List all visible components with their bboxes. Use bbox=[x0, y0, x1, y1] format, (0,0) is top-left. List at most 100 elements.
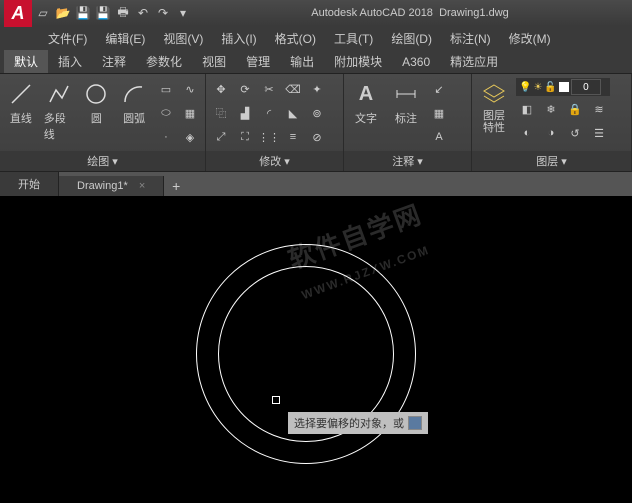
offset-icon[interactable]: ⊚ bbox=[306, 102, 328, 124]
qat-dropdown-icon[interactable]: ▾ bbox=[174, 4, 192, 22]
redo-icon[interactable]: ↷ bbox=[154, 4, 172, 22]
region-icon[interactable]: ◈ bbox=[179, 126, 201, 148]
table-icon[interactable]: ▦ bbox=[428, 102, 450, 124]
layer-off-icon[interactable]: ◐ bbox=[516, 122, 538, 144]
stretch-icon[interactable]: ⤢ bbox=[210, 126, 232, 148]
break-icon[interactable]: ⊘ bbox=[306, 126, 328, 148]
layer-lock-icon[interactable]: 🔒 bbox=[564, 98, 586, 120]
window-title: Autodesk AutoCAD 2018 Drawing1.dwg bbox=[192, 7, 628, 19]
lock-icon[interactable]: 🔓 bbox=[544, 82, 556, 93]
drawing-canvas[interactable]: 软件自学网WWW.RJZXW.COM 选择要偏移的对象，或 bbox=[0, 196, 632, 503]
panel-layer: 图层 特性 💡 ☀ 🔓 ◧ ❄ 🔒 ≋ ◐ ◑ ↺ ☰ 图层 ▾ bbox=[472, 74, 632, 171]
tool-polyline[interactable]: 多段线 bbox=[42, 78, 76, 144]
rtab-default[interactable]: 默认 bbox=[4, 50, 48, 73]
panel-draw: 直线 多段线 圆 圆弧 ▭ ∿ ⬭ ▦ · ◈ 绘图 ▾ bbox=[0, 74, 206, 171]
add-tab-button[interactable]: + bbox=[164, 176, 188, 196]
menu-tools[interactable]: 工具(T) bbox=[326, 28, 381, 49]
tab-close-icon[interactable]: × bbox=[139, 180, 145, 192]
document-tabs: 开始 Drawing1* × + bbox=[0, 172, 632, 196]
layer-iso-icon[interactable]: ◧ bbox=[516, 98, 538, 120]
layer-color-icon[interactable] bbox=[559, 82, 569, 92]
app-logo[interactable]: A bbox=[4, 0, 32, 27]
rtab-param[interactable]: 参数化 bbox=[136, 50, 192, 73]
saveas-icon[interactable]: 💾 bbox=[94, 4, 112, 22]
fillet-icon[interactable]: ◜ bbox=[258, 102, 280, 124]
menu-dimension[interactable]: 标注(N) bbox=[442, 28, 499, 49]
copy-icon[interactable]: ⿻ bbox=[210, 102, 232, 124]
polyline-icon bbox=[45, 80, 73, 108]
mtext-icon[interactable]: A bbox=[428, 126, 450, 148]
rotate-icon[interactable]: ⟳ bbox=[234, 78, 256, 100]
print-icon[interactable]: 🖶 bbox=[114, 4, 132, 22]
rtab-output[interactable]: 输出 bbox=[280, 50, 324, 73]
erase-icon[interactable]: ⌫ bbox=[282, 78, 304, 100]
layer-on-icon[interactable]: ◑ bbox=[540, 122, 562, 144]
text-icon: A bbox=[352, 80, 380, 108]
save-icon[interactable]: 💾 bbox=[74, 4, 92, 22]
ribbon-tabs: 默认 插入 注释 参数化 视图 管理 输出 附加模块 A360 精选应用 bbox=[0, 50, 632, 74]
open-icon[interactable]: 📂 bbox=[54, 4, 72, 22]
ellipse-icon[interactable]: ⬭ bbox=[155, 102, 177, 124]
titlebar: A ▱ 📂 💾 💾 🖶 ↶ ↷ ▾ Autodesk AutoCAD 2018 … bbox=[0, 0, 632, 26]
panel-draw-title[interactable]: 绘图 ▾ bbox=[0, 151, 205, 171]
bulb-icon[interactable]: 💡 bbox=[519, 82, 531, 93]
layer-freeze-icon[interactable]: ❄ bbox=[540, 98, 562, 120]
layers-icon bbox=[480, 80, 508, 108]
line-icon bbox=[7, 80, 35, 108]
leader-icon[interactable]: ↙ bbox=[428, 78, 450, 100]
rtab-featured[interactable]: 精选应用 bbox=[440, 50, 508, 73]
ribbon: 直线 多段线 圆 圆弧 ▭ ∿ ⬭ ▦ · ◈ 绘图 ▾ ✥ ⟳ ✂ ⌫ ✦ ⿻… bbox=[0, 74, 632, 172]
menu-insert[interactable]: 插入(I) bbox=[213, 28, 264, 49]
new-icon[interactable]: ▱ bbox=[34, 4, 52, 22]
circle-icon bbox=[82, 80, 110, 108]
menu-edit[interactable]: 编辑(E) bbox=[97, 28, 153, 49]
layer-state-icon[interactable]: ☰ bbox=[588, 122, 610, 144]
tool-line[interactable]: 直线 bbox=[4, 78, 38, 128]
rectangle-icon[interactable]: ▭ bbox=[155, 78, 177, 100]
tool-dimension[interactable]: 标注 bbox=[388, 78, 424, 128]
tab-start[interactable]: 开始 bbox=[0, 172, 59, 196]
chamfer-icon[interactable]: ◣ bbox=[282, 102, 304, 124]
move-icon[interactable]: ✥ bbox=[210, 78, 232, 100]
hatch-icon[interactable]: ▦ bbox=[179, 102, 201, 124]
menu-format[interactable]: 格式(O) bbox=[267, 28, 324, 49]
array-icon[interactable]: ⋮⋮ bbox=[258, 126, 280, 148]
tooltip-dropdown-icon[interactable] bbox=[408, 416, 422, 430]
scale-icon[interactable]: ⛶ bbox=[234, 126, 256, 148]
point-icon[interactable]: · bbox=[155, 126, 177, 148]
rtab-view[interactable]: 视图 bbox=[192, 50, 236, 73]
sun-icon[interactable]: ☀ bbox=[533, 82, 542, 93]
tool-layerprops[interactable]: 图层 特性 bbox=[476, 78, 512, 136]
rtab-addins[interactable]: 附加模块 bbox=[324, 50, 392, 73]
menu-file[interactable]: 文件(F) bbox=[40, 28, 95, 49]
rtab-a360[interactable]: A360 bbox=[392, 52, 440, 72]
layer-name-input[interactable] bbox=[571, 79, 601, 95]
menubar: 文件(F) 编辑(E) 视图(V) 插入(I) 格式(O) 工具(T) 绘图(D… bbox=[0, 26, 632, 50]
layer-match-icon[interactable]: ≋ bbox=[588, 98, 610, 120]
command-tooltip: 选择要偏移的对象，或 bbox=[288, 412, 428, 434]
quick-access-toolbar: ▱ 📂 💾 💾 🖶 ↶ ↷ ▾ bbox=[34, 4, 192, 22]
tool-text[interactable]: A 文字 bbox=[348, 78, 384, 128]
rtab-annotate[interactable]: 注释 bbox=[92, 50, 136, 73]
dimension-icon bbox=[392, 80, 420, 108]
tool-circle[interactable]: 圆 bbox=[80, 78, 114, 128]
rtab-manage[interactable]: 管理 bbox=[236, 50, 280, 73]
panel-modify-title[interactable]: 修改 ▾ bbox=[206, 151, 343, 171]
menu-draw[interactable]: 绘图(D) bbox=[383, 28, 440, 49]
undo-icon[interactable]: ↶ bbox=[134, 4, 152, 22]
align-icon[interactable]: ≡ bbox=[282, 126, 304, 148]
menu-modify[interactable]: 修改(M) bbox=[501, 28, 559, 49]
panel-layer-title[interactable]: 图层 ▾ bbox=[472, 151, 631, 171]
tab-drawing1[interactable]: Drawing1* × bbox=[59, 176, 164, 196]
panel-annotate-title[interactable]: 注释 ▾ bbox=[344, 151, 471, 171]
explode-icon[interactable]: ✦ bbox=[306, 78, 328, 100]
menu-view[interactable]: 视图(V) bbox=[155, 28, 211, 49]
layer-prev-icon[interactable]: ↺ bbox=[564, 122, 586, 144]
spline-icon[interactable]: ∿ bbox=[179, 78, 201, 100]
arc-icon bbox=[120, 80, 148, 108]
rtab-insert[interactable]: 插入 bbox=[48, 50, 92, 73]
panel-modify: ✥ ⟳ ✂ ⌫ ✦ ⿻ ▟ ◜ ◣ ⊚ ⤢ ⛶ ⋮⋮ ≡ ⊘ 修改 ▾ bbox=[206, 74, 344, 171]
mirror-icon[interactable]: ▟ bbox=[234, 102, 256, 124]
trim-icon[interactable]: ✂ bbox=[258, 78, 280, 100]
tool-arc[interactable]: 圆弧 bbox=[117, 78, 151, 128]
